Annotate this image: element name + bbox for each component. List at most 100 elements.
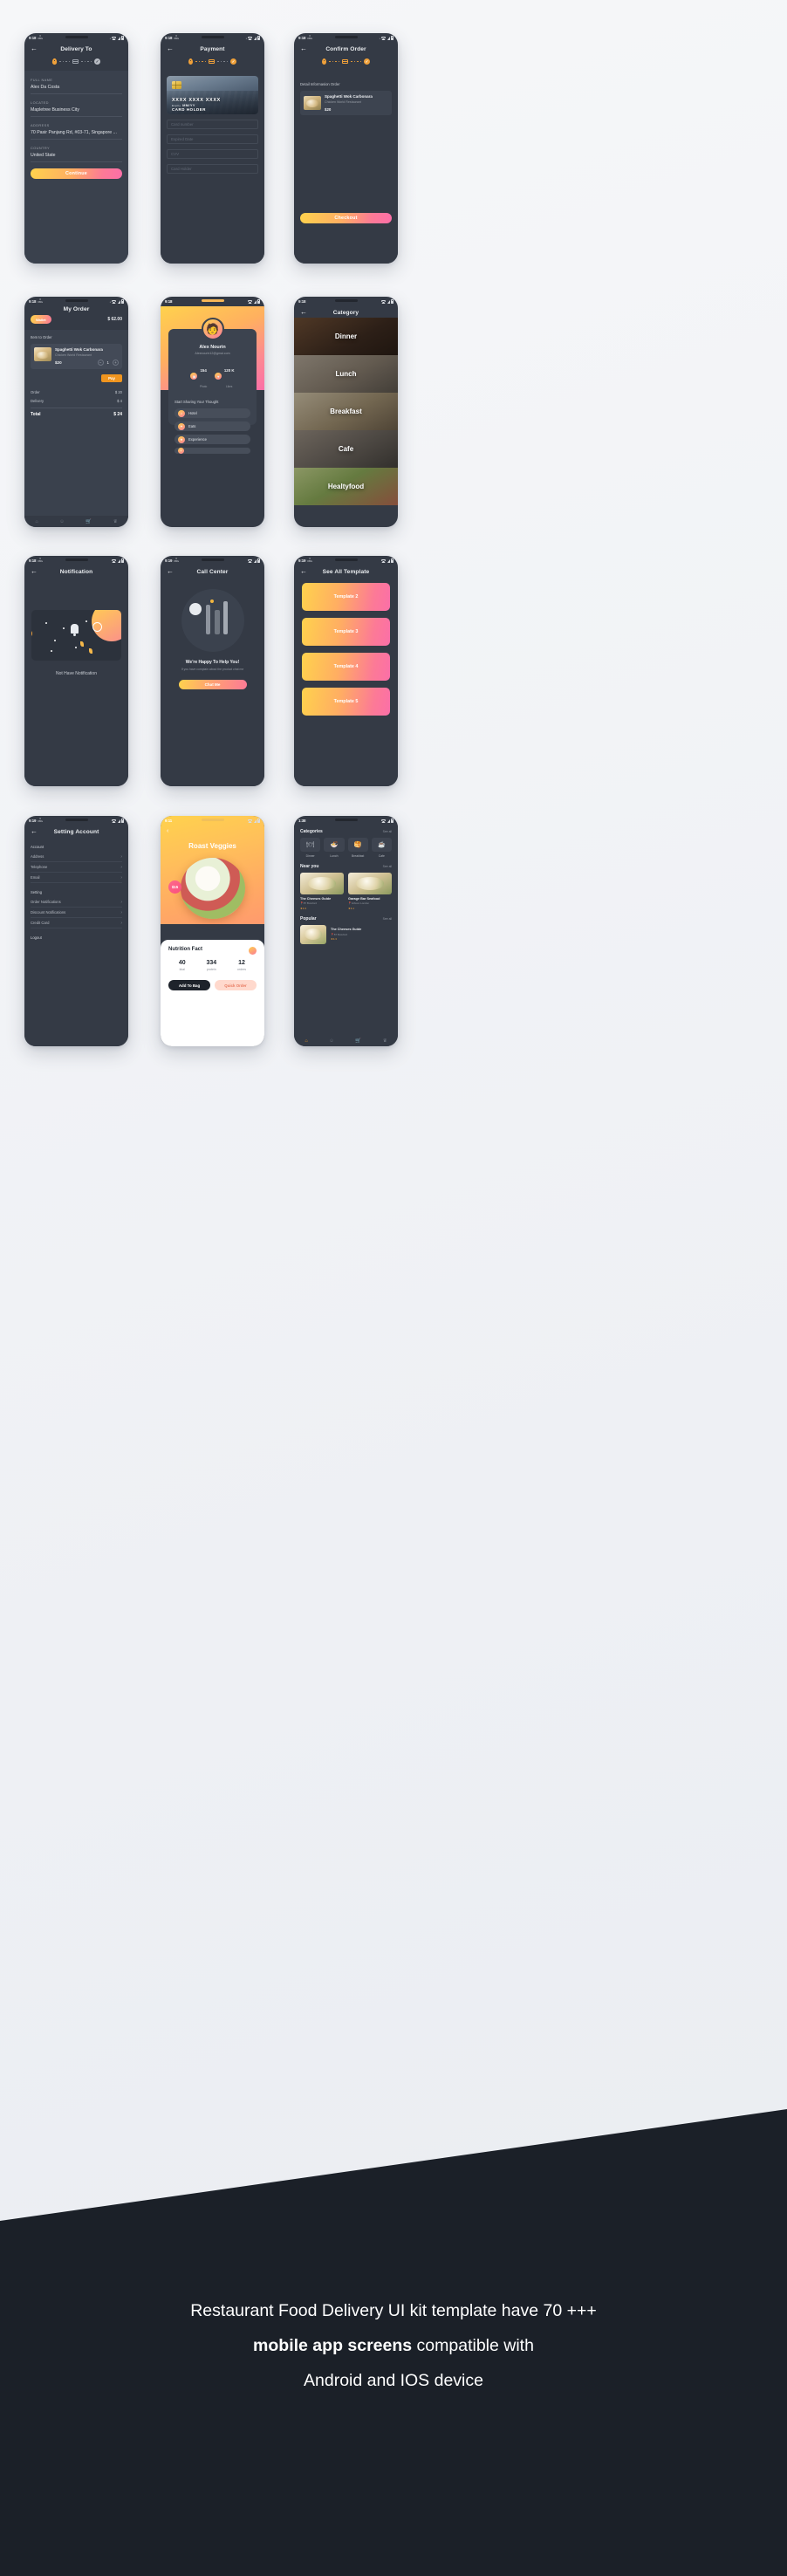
battery-icon [391, 299, 394, 304]
favorite-icon[interactable] [249, 947, 257, 955]
tab-person-icon[interactable]: ☺ [329, 1038, 334, 1044]
pay-button[interactable]: Pay [101, 374, 122, 383]
cvv-input[interactable]: CVV [167, 149, 258, 159]
setting-row-discount-notifications[interactable]: Discount Notifications › [31, 908, 122, 918]
camera-notch [201, 558, 224, 561]
avatar[interactable]: 🧑 [201, 318, 224, 340]
field-address[interactable]: ADDRESS 70 Pasir Panjang Rd, #03-71, Sin… [31, 123, 122, 140]
category-breakfast[interactable]: 🥞 Breakfast [347, 838, 368, 858]
field-located[interactable]: LOCATED Mapletree Business City [31, 100, 122, 117]
back-arrow-icon[interactable]: ← [31, 45, 38, 52]
back-arrow-icon[interactable]: ← [300, 45, 307, 52]
checkout-button[interactable]: Checkout [300, 213, 392, 223]
setting-row-email[interactable]: Email › [31, 873, 122, 883]
item-quantity: 1 [106, 360, 109, 366]
category-item[interactable]: Breakfast [294, 393, 398, 430]
back-arrow-icon[interactable]: ← [31, 568, 38, 575]
call-center-body: We're Happy To Help You! If you have com… [161, 577, 264, 786]
chevron-right-icon: › [120, 920, 122, 926]
restaurant-rating: ★4.1 [348, 906, 354, 910]
category-lunch[interactable]: 🍜 Lunch [324, 838, 345, 858]
back-arrow-icon[interactable]: ← [300, 309, 307, 316]
template-list: Template 2 Template 3 Template 4 Templat… [294, 577, 398, 786]
see-all-link[interactable]: See all [383, 917, 392, 921]
item-price: $20 [325, 107, 332, 112]
banner-line-1: Restaurant Food Delivery UI kit template… [190, 2301, 597, 2320]
back-arrow-icon[interactable]: ← [300, 568, 307, 575]
card-number-input[interactable]: Card number [167, 120, 258, 129]
increase-qty-button[interactable]: + [113, 360, 119, 367]
see-all-link[interactable]: See all [383, 830, 392, 833]
restaurant-card[interactable]: Garage Bar Seafood 📍Gibson London ★4.1 [348, 872, 392, 910]
page-title: Setting Account [53, 828, 99, 835]
wallet-badge[interactable]: Wallet [31, 315, 51, 325]
card-holder-input[interactable]: Card Holder [167, 164, 258, 174]
decrease-qty-button[interactable]: − [97, 360, 104, 367]
back-arrow-icon[interactable]: ← [167, 568, 174, 575]
template-card[interactable]: Template 4 [302, 653, 390, 681]
continue-button[interactable]: Continue [31, 168, 122, 179]
cafe-icon: ☕ [371, 838, 392, 852]
category-dinner[interactable]: 🍽 Dinner [300, 838, 321, 858]
item-restaurant: Chicken World Restaurant [325, 100, 361, 104]
expired-date-input[interactable]: Expired Date [167, 134, 258, 144]
tab-bell-icon[interactable]: ♛ [113, 519, 118, 524]
camera-notch [201, 299, 224, 302]
field-full-name[interactable]: FULL NAME Alex Da Costa [31, 78, 122, 94]
wifi-icon [381, 819, 387, 823]
see-all-link[interactable]: See all [383, 865, 392, 868]
share-item-hotel[interactable]: ⌂ Hotel [175, 408, 250, 418]
setting-row-address[interactable]: Address › [31, 852, 122, 862]
tab-cart-icon[interactable]: 🛒 [86, 519, 92, 524]
tab-person-icon[interactable]: ☺ [59, 519, 65, 524]
near-you-list: The Cheeses Guide 📍87 Botsford ★4.3 Gara… [300, 872, 392, 910]
banner-line-3: Android and IOS device [304, 2370, 483, 2390]
tab-bell-icon[interactable]: ♛ [383, 1038, 387, 1044]
category-list: Dinner Lunch Breakfast Cafe Healtyfood [294, 318, 398, 527]
wifi-icon [112, 819, 117, 823]
back-arrow-icon[interactable]: ‹ [167, 828, 168, 834]
tab-home-icon[interactable]: ⌂ [305, 1038, 307, 1044]
status-bar: 9:18 [161, 297, 264, 306]
back-arrow-icon[interactable]: ← [167, 45, 174, 52]
item-name: Spaghetti Wok Carbonara [55, 347, 103, 353]
camera-notch [65, 558, 88, 561]
template-card[interactable]: Template 2 [302, 583, 390, 611]
tab-home-icon[interactable]: ⌂ [35, 519, 38, 524]
battery-icon [257, 558, 260, 563]
field-country[interactable]: COUNTRY United State [31, 146, 122, 162]
category-item[interactable]: Cafe [294, 430, 398, 468]
restaurant-image [348, 872, 392, 894]
chevron-right-icon: › [120, 864, 122, 870]
restaurant-card[interactable]: The Cheeses Guide 📍87 Botsford ★4.3 [300, 872, 344, 910]
order-item-row[interactable]: Spaghetti Wok Carbonara Chicken World Re… [300, 91, 392, 115]
quick-order-button[interactable]: Quick Order [215, 980, 257, 990]
back-arrow-icon[interactable]: ← [31, 828, 38, 835]
status-bar: 9:18 0 KB/s • [294, 33, 398, 43]
category-cafe[interactable]: ☕ Cafe [371, 838, 392, 858]
checkout-stepper: ✓ [24, 54, 128, 71]
popular-item-row[interactable]: The Cheeses Guide 📍87 Botsford ★4.3 [300, 924, 392, 944]
location-pin-icon [51, 58, 58, 65]
tab-cart-icon[interactable]: 🛒 [355, 1038, 361, 1044]
share-item-extra[interactable]: + [175, 448, 250, 454]
template-card[interactable]: Template 5 [302, 688, 390, 716]
share-item-experience[interactable]: ★ Experience [175, 435, 250, 444]
category-item[interactable]: Dinner [294, 318, 398, 355]
setting-row-credit-card[interactable]: Credit Card › [31, 918, 122, 928]
category-item[interactable]: Healtyfood [294, 468, 398, 505]
category-item[interactable]: Lunch [294, 355, 398, 393]
phone-setting-account: 9:19 0 KB/s ← Setting Account Account Add… [24, 816, 128, 1046]
signal-icon [387, 36, 390, 40]
chat-me-button[interactable]: Chat Me [178, 680, 247, 690]
add-to-bag-button[interactable]: Add To Bag [168, 980, 210, 990]
setting-row-telephone[interactable]: Telephone › [31, 862, 122, 873]
setting-row-order-notifications[interactable]: Order Notifications › [31, 897, 122, 908]
template-card[interactable]: Template 3 [302, 618, 390, 646]
chevron-right-icon: › [120, 899, 122, 905]
order-item-row[interactable]: Spaghetti Wok Carbonara Chicken World Re… [31, 344, 122, 370]
logout-label[interactable]: Logout [31, 935, 122, 940]
share-item-eats[interactable]: ✦ Eats [175, 421, 250, 431]
check-circle-icon: ✓ [230, 58, 236, 65]
food-hero: 9:11 ‹ Roast Veggies $15 [161, 816, 264, 924]
